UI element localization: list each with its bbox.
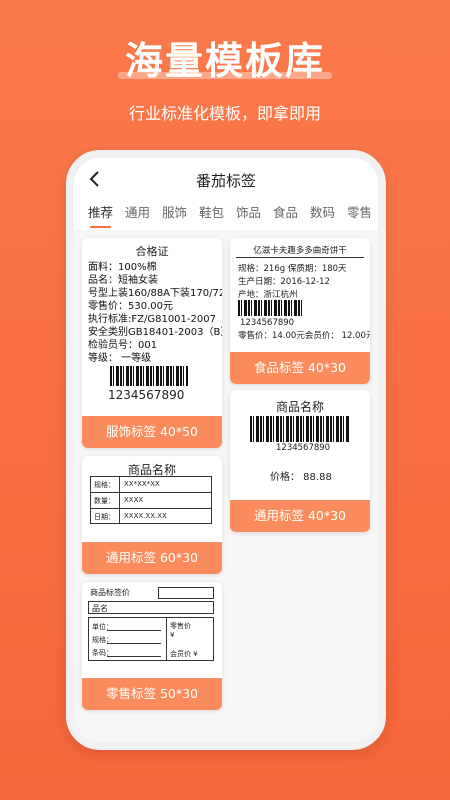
label-line: 等级： 一等级	[88, 353, 152, 364]
barcode-number: 1234567890	[276, 443, 331, 453]
tab-accessories[interactable]: 饰品	[230, 202, 267, 230]
price-box	[158, 587, 214, 599]
card-footer-label: 通用标签 60*30	[82, 542, 222, 574]
table-col-divider	[119, 477, 120, 523]
tab-digital[interactable]: 数码	[304, 202, 341, 230]
label-title: 商品名称	[275, 400, 324, 414]
tab-retail[interactable]: 零售	[341, 202, 378, 230]
retail-price-label: 零售价	[170, 622, 191, 630]
divider	[236, 257, 364, 258]
table-col-divider	[166, 618, 167, 660]
spec-line	[107, 643, 161, 644]
table-cell-label: 规格：	[94, 481, 115, 489]
table-cell-value: XXXX.XX.XX	[124, 512, 167, 520]
page-title: 番茄标签	[195, 172, 256, 190]
template-card-clothing[interactable]: 合格证 面料：100%棉 品名：短袖女装 号型上装160/88A下装170/72…	[82, 238, 222, 448]
code-line	[107, 656, 161, 657]
spec-text: 规格：216g 保质期：180天	[238, 264, 347, 274]
yen-symbol: ¥	[170, 631, 175, 639]
table-row-divider	[91, 508, 211, 509]
barcode	[238, 300, 302, 316]
barcode	[250, 416, 350, 442]
tab-shoes-bags[interactable]: 鞋包	[193, 202, 230, 230]
table-row-divider	[91, 492, 211, 493]
template-card-general-40x30[interactable]: 商品名称 1234567890 价格： 88.88 通用标签 40*30	[230, 390, 370, 532]
details-box: 单位： 规格： 条码： 零售价 ¥ 会员价 ¥	[88, 617, 214, 661]
member-price-label: 会员价 ¥	[170, 650, 198, 658]
table-cell-label: 数量：	[94, 497, 115, 505]
category-tabs: 推荐 通用 服饰 鞋包 饰品 食品 数码 零售	[74, 202, 378, 230]
barcode-number: 1234567890	[240, 318, 295, 328]
tab-food[interactable]: 食品	[267, 202, 304, 230]
card-footer-label: 食品标签 40*30	[230, 352, 370, 384]
label-title: 合格证	[135, 245, 169, 258]
product-name: 亿滋卡夫趣多多曲奇饼干	[253, 246, 347, 256]
price-text: 零售价：14.00元会员价： 12.00元	[238, 331, 370, 341]
tab-general[interactable]: 通用	[119, 202, 156, 230]
barcode	[110, 366, 188, 386]
card-footer-label: 零售标签 50*30	[82, 678, 222, 710]
unit-line	[107, 630, 161, 631]
hero-underline	[118, 72, 332, 79]
tab-clothing[interactable]: 服饰	[156, 202, 193, 230]
barcode-number: 1234567890	[108, 388, 185, 402]
price-text: 价格： 88.88	[270, 472, 332, 483]
label-title: 商品标签价	[90, 588, 130, 597]
origin-text: 产地：浙江杭州	[238, 290, 298, 300]
app-screen: 番茄标签 推荐 通用 服饰 鞋包 饰品 食品 数码 零售 合格证 面料：100%…	[74, 158, 378, 742]
template-card-general-60x30[interactable]: 商品名称 规格： XX*XX*XX 数量： XXXX 日期： XXXX.XX.X…	[82, 456, 222, 574]
card-footer-label: 通用标签 40*30	[230, 500, 370, 532]
table-cell-label: 日期：	[94, 513, 115, 521]
table-cell-value: XXXX	[124, 496, 144, 504]
template-card-food[interactable]: 亿滋卡夫趣多多曲奇饼干 规格：216g 保质期：180天 生产日期：2016-1…	[230, 238, 370, 384]
tab-recommend[interactable]: 推荐	[82, 202, 119, 230]
date-text: 生产日期：2016-12-12	[238, 277, 330, 287]
card-footer-label: 服饰标签 40*50	[82, 416, 222, 448]
info-table: 规格： XX*XX*XX 数量： XXXX 日期： XXXX.XX.XX	[90, 476, 212, 524]
name-label: 品名	[92, 604, 108, 613]
hero-subtitle: 行业标准化模板，即拿即用	[128, 104, 321, 123]
template-card-retail[interactable]: 商品标签价 品名 单位： 规格： 条码： 零售价 ¥ 会员价 ¥ 零售标签 50…	[82, 582, 222, 710]
phone-frame: 番茄标签 推荐 通用 服饰 鞋包 饰品 食品 数码 零售 合格证 面料：100%…	[66, 150, 386, 750]
top-bar: 番茄标签	[74, 158, 378, 202]
table-cell-value: XX*XX*XX	[124, 480, 160, 488]
